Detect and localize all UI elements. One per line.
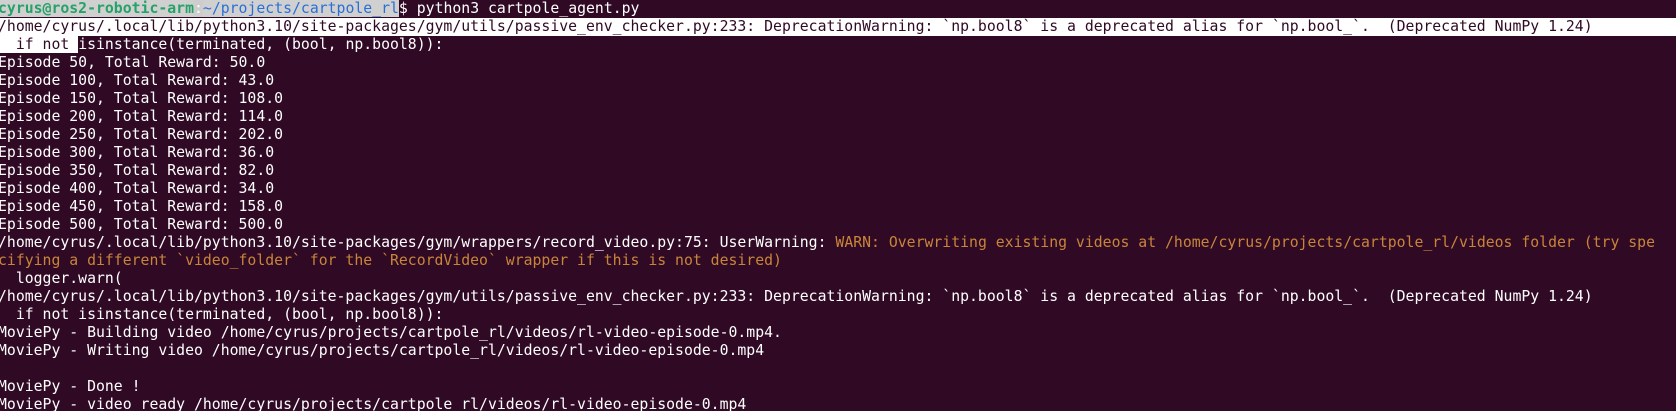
prompt-command: python3 cartpole_agent.py [416, 0, 640, 17]
logger-warn-line: logger.warn( [0, 270, 123, 287]
prompt-path: ~/projects/cartpole_rl [202, 0, 399, 17]
isinstance-line-2: if not isinstance(terminated, (bool, np.… [0, 306, 444, 323]
episode-line: Episode 200, Total Reward: 114.0 [0, 108, 284, 125]
episode-line: Episode 150, Total Reward: 108.0 [0, 90, 284, 107]
moviepy-ready-line: MoviePy - video ready /home/cyrus/projec… [0, 396, 747, 411]
terminal-window[interactable]: cyrus@ros2-robotic-arm:~/projects/cartpo… [0, 0, 1676, 411]
isinstance-selected-part: if not [0, 36, 79, 53]
moviepy-done-line: MoviePy - Done ! [0, 378, 141, 395]
terminal-output: cyrus@ros2-robotic-arm:~/projects/cartpo… [0, 0, 1676, 411]
moviepy-building-line: MoviePy - Building video /home/cyrus/pro… [0, 324, 782, 341]
episode-line: Episode 400, Total Reward: 34.0 [0, 180, 275, 197]
isinstance-line: if not isinstance(terminated, (bool, np.… [0, 36, 1676, 54]
episode-line: Episode 50, Total Reward: 50.0 [0, 54, 266, 71]
episode-line: Episode 500, Total Reward: 500.0 [0, 216, 284, 233]
episode-line: Episode 250, Total Reward: 202.0 [0, 126, 284, 143]
deprecation-warning-line-2: /home/cyrus/.local/lib/python3.10/site-p… [0, 288, 1593, 305]
episode-line: Episode 100, Total Reward: 43.0 [0, 72, 275, 89]
episode-line: Episode 300, Total Reward: 36.0 [0, 144, 275, 161]
user-warning-line: /home/cyrus/.local/lib/python3.10/site-p… [0, 234, 1676, 252]
user-warning-text: WARN: Overwriting existing videos at /ho… [835, 234, 1655, 251]
episode-line: Episode 350, Total Reward: 82.0 [0, 162, 275, 179]
prompt-line: cyrus@ros2-robotic-arm:~/projects/cartpo… [0, 0, 1676, 18]
prompt-user-host: cyrus@ros2-robotic-arm [0, 0, 194, 17]
episode-line: Episode 450, Total Reward: 158.0 [0, 198, 284, 215]
prompt-dollar: $ [398, 0, 417, 17]
isinstance-rest: isinstance(terminated, (bool, np.bool8))… [78, 36, 444, 53]
deprecation-warning-line: /home/cyrus/.local/lib/python3.10/site-p… [0, 18, 1676, 36]
moviepy-writing-line: MoviePy - Writing video /home/cyrus/proj… [0, 342, 765, 359]
prompt-colon: : [194, 0, 203, 17]
user-warning-prefix: /home/cyrus/.local/lib/python3.10/site-p… [0, 234, 836, 251]
user-warning-continuation: cifying a different `video_folder` for t… [0, 252, 782, 269]
